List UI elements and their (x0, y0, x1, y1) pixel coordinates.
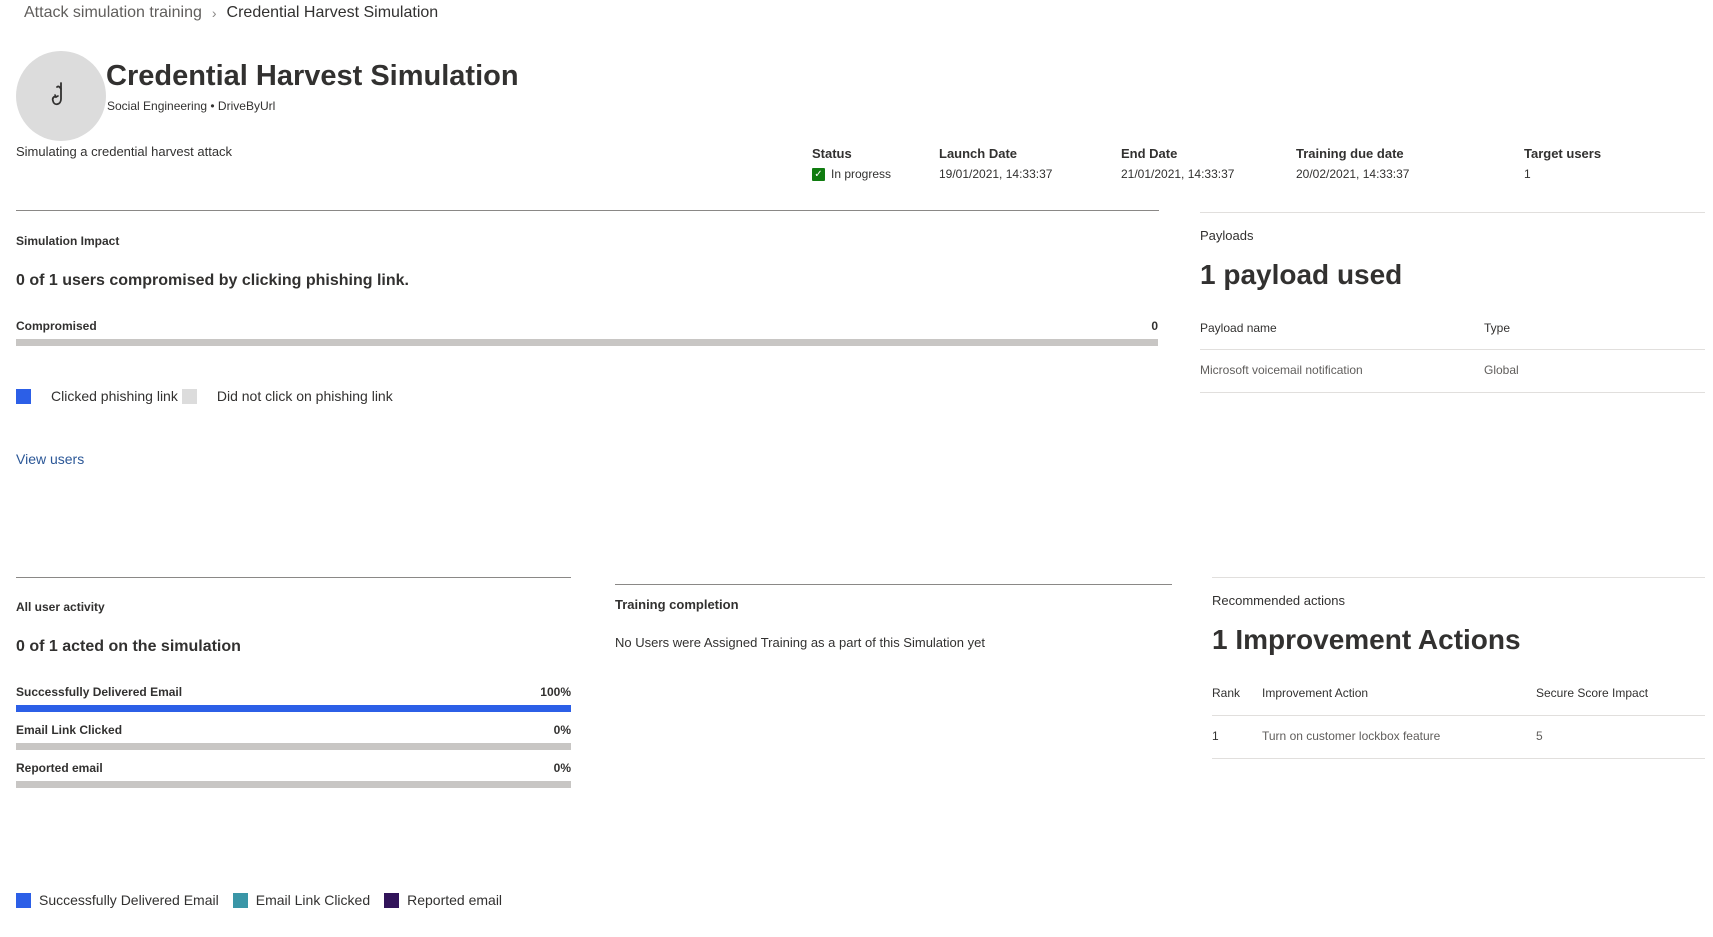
payloads-heading: 1 payload used (1200, 259, 1403, 290)
page-title: Credential Harvest Simulation (106, 60, 519, 92)
activity-divider (16, 577, 571, 578)
delivered-bar-fill (16, 705, 571, 712)
target-users-field: Target users 1 (1524, 146, 1601, 181)
payloads-divider (1200, 212, 1705, 213)
reported-bar-track (16, 781, 571, 788)
checkmark-icon: ✓ (812, 167, 825, 181)
hook-icon (51, 82, 62, 106)
legend-clicked: Clicked phishing link (51, 388, 178, 404)
recommended-row-impact: 5 (1536, 729, 1543, 743)
rank-header[interactable]: Rank (1212, 686, 1240, 700)
reported-bar: Reported email 0% (16, 761, 571, 788)
recommended-label: Recommended actions (1212, 593, 1345, 608)
activity-legend: Successfully Delivered Email Email Link … (16, 892, 502, 908)
compromised-label: Compromised (16, 319, 97, 333)
training-label: Training completion (615, 597, 739, 612)
payload-type-header[interactable]: Type (1484, 321, 1510, 335)
delivered-bar-track (16, 705, 571, 712)
launch-date-label: Launch Date (939, 146, 1018, 161)
impact-legend: Clicked phishing link Did not click on p… (16, 388, 393, 404)
delivered-value: 100% (540, 685, 571, 699)
payloads-label: Payloads (1200, 228, 1254, 243)
recommended-row-divider (1212, 758, 1705, 759)
compromised-value: 0 (1151, 319, 1158, 333)
link-clicked-value: 0% (553, 723, 571, 737)
end-date-label: End Date (1121, 146, 1178, 161)
status-value-row: ✓ In progress (812, 167, 891, 181)
legend-link-clicked: Email Link Clicked (255, 892, 371, 908)
impact-divider (16, 210, 1159, 211)
simulation-avatar (16, 51, 106, 141)
recommended-divider (1212, 577, 1705, 578)
clicked-swatch (16, 388, 31, 404)
training-due-value: 20/02/2021, 14:33:37 (1296, 167, 1410, 181)
status-value: In progress (831, 167, 892, 181)
end-date-value: 21/01/2021, 14:33:37 (1121, 167, 1235, 181)
compromised-bar-track (16, 339, 1158, 346)
status-label: Status (812, 146, 852, 161)
payload-name-header[interactable]: Payload name (1200, 321, 1277, 335)
training-due-label: Training due date (1296, 146, 1404, 161)
link-clicked-bar-row: Email Link Clicked 0% (16, 723, 571, 737)
link-clicked-bar: Email Link Clicked 0% (16, 723, 571, 750)
compromised-bar-row: Compromised 0 (16, 319, 1158, 333)
delivered-label: Successfully Delivered Email (16, 685, 183, 699)
target-users-label: Target users (1524, 146, 1602, 161)
recommended-heading: 1 Improvement Actions (1212, 624, 1521, 655)
reported-bar-row: Reported email 0% (16, 761, 571, 775)
reported-label: Reported email (16, 761, 103, 775)
recommended-row-action[interactable]: Turn on customer lockbox feature (1262, 729, 1440, 743)
target-users-value: 1 (1524, 167, 1531, 181)
delivered-swatch (16, 892, 31, 908)
launch-date-field: Launch Date 19/01/2021, 14:33:37 (939, 146, 1052, 181)
improvement-action-header[interactable]: Improvement Action (1262, 686, 1368, 700)
link-clicked-bar-track (16, 743, 571, 750)
legend-delivered: Successfully Delivered Email (39, 892, 219, 908)
activity-heading: 0 of 1 acted on the simulation (16, 638, 241, 655)
compromised-bar: Compromised 0 (16, 319, 1158, 346)
training-divider (615, 584, 1172, 585)
training-text: No Users were Assigned Training as a par… (615, 635, 985, 650)
reported-swatch (384, 892, 400, 908)
page-description: Simulating a credential harvest attack (16, 144, 233, 159)
breadcrumb-current: Credential Harvest Simulation (226, 4, 439, 21)
impact-label: Simulation Impact (16, 234, 120, 248)
recommended-header-divider (1212, 715, 1705, 716)
delivered-bar: Successfully Delivered Email 100% (16, 685, 571, 712)
legend-not-clicked: Did not click on phishing link (216, 388, 393, 404)
impact-heading: 0 of 1 users compromised by clicking phi… (16, 272, 409, 289)
view-users-link[interactable]: View users (16, 451, 84, 467)
recommended-row-rank: 1 (1212, 729, 1219, 743)
link-clicked-label: Email Link Clicked (16, 723, 123, 737)
secure-score-impact-header[interactable]: Secure Score Impact (1536, 686, 1648, 700)
link-clicked-swatch (232, 892, 248, 908)
status-field: Status ✓ In progress (812, 146, 891, 181)
chevron-right-icon: › (211, 5, 217, 21)
payload-header-divider (1200, 349, 1705, 350)
reported-value: 0% (553, 761, 571, 775)
not-clicked-swatch (181, 388, 197, 404)
payload-row-type: Global (1484, 363, 1519, 377)
breadcrumb: Attack simulation training › Credential … (24, 4, 438, 22)
activity-label: All user activity (16, 600, 105, 614)
payload-row-divider (1200, 392, 1705, 393)
page-subtitle: Social Engineering • DriveByUrl (107, 99, 276, 113)
launch-date-value: 19/01/2021, 14:33:37 (939, 167, 1053, 181)
delivered-bar-row: Successfully Delivered Email 100% (16, 685, 571, 699)
end-date-field: End Date 21/01/2021, 14:33:37 (1121, 146, 1234, 181)
legend-reported: Reported email (407, 892, 503, 908)
payload-row-name[interactable]: Microsoft voicemail notification (1200, 363, 1363, 377)
breadcrumb-parent-link[interactable]: Attack simulation training (24, 4, 202, 22)
training-due-field: Training due date 20/02/2021, 14:33:37 (1296, 146, 1409, 181)
